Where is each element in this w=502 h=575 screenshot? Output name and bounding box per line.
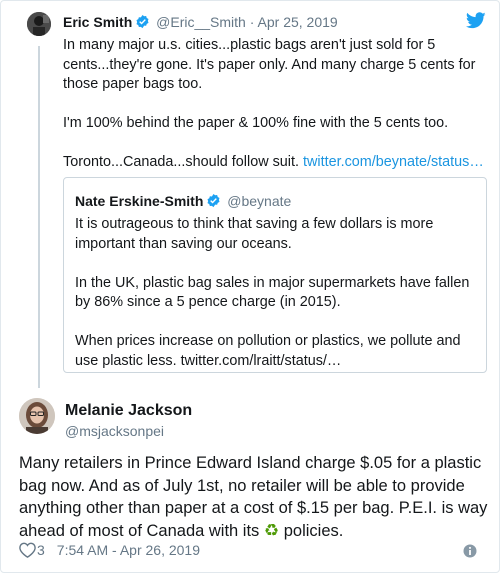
quoted-paragraph-1: It is outrageous to think that saving a …: [75, 216, 434, 252]
parent-paragraph-1: In many major u.s. cities...plastic bags…: [63, 37, 476, 92]
quoted-tweet-card[interactable]: Nate Erskine-Smith @beynate It is outrag…: [63, 177, 487, 373]
tweet-date[interactable]: Apr 25, 2019: [258, 14, 338, 30]
quoted-author-name: Nate Erskine-Smith: [75, 193, 204, 209]
quoted-paragraph-3: When prices increase on pollution or pla…: [75, 333, 461, 369]
melanie-jackson-avatar[interactable]: [19, 398, 55, 434]
quoted-tweet-header: Nate Erskine-Smith @beynate: [75, 192, 291, 212]
quoted-tweet-text: It is outrageous to think that saving a …: [75, 215, 475, 371]
info-icon[interactable]: [463, 544, 477, 558]
main-text-part-2: policies.: [279, 521, 344, 540]
quoted-tweet-link[interactable]: twitter.com/beynate/status…: [303, 154, 484, 170]
parent-paragraph-3: Toronto...Canada...should follow suit. t…: [63, 153, 493, 173]
parent-last-text: Toronto...Canada...should follow suit.: [63, 154, 303, 170]
parent-paragraph-2: I'm 100% behind the paper & 100% fine wi…: [63, 115, 449, 131]
parent-tweet-header: Eric Smith @Eric__Smith · Apr 25, 2019: [63, 13, 338, 33]
main-author-handle[interactable]: @msjacksonpei: [65, 422, 164, 440]
like-count[interactable]: 3: [37, 542, 45, 558]
parent-tweet-text: In many major u.s. cities...plastic bags…: [63, 36, 493, 173]
quoted-paragraph-2: In the UK, plastic bag sales in major su…: [75, 274, 470, 311]
twitter-bird-icon[interactable]: [465, 12, 486, 30]
heart-icon[interactable]: [19, 542, 36, 562]
verified-badge-icon: [135, 14, 150, 33]
main-author-name[interactable]: Melanie Jackson: [65, 401, 192, 421]
tweet-footer: 3 7:54 AM - Apr 26, 2019: [19, 541, 200, 559]
eric-smith-avatar[interactable]: [27, 12, 51, 36]
author-name[interactable]: Eric Smith: [63, 14, 132, 30]
recycle-icon: ♻: [263, 520, 280, 540]
verified-badge-icon: [206, 193, 221, 212]
tweet-timestamp[interactable]: 7:54 AM - Apr 26, 2019: [57, 542, 200, 558]
header-separator: ·: [249, 14, 255, 30]
thread-connector-line: [38, 46, 40, 388]
main-tweet-text: Many retailers in Prince Edward Island c…: [19, 452, 489, 542]
quoted-author-handle: @beynate: [227, 193, 292, 209]
author-handle[interactable]: @Eric__Smith: [156, 14, 246, 30]
main-text-part-1: Many retailers in Prince Edward Island c…: [19, 454, 488, 540]
